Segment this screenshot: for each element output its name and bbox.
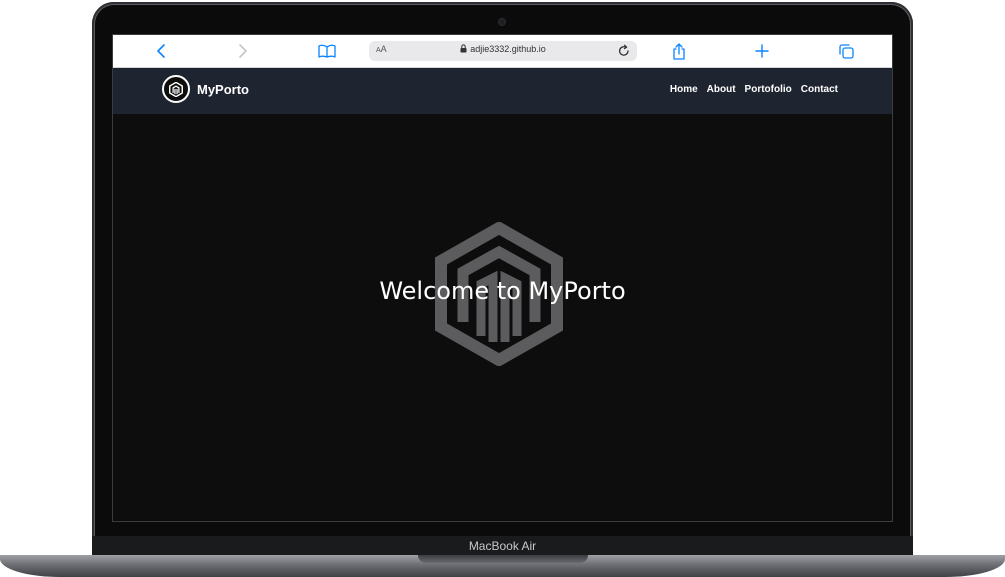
back-button[interactable]	[149, 40, 173, 62]
model-label: MacBook Air	[468, 539, 537, 553]
bookmarks-button[interactable]	[315, 40, 339, 62]
forward-button[interactable]	[231, 40, 255, 62]
screen: AA adjie3332.github.io MyPorto Home Abou…	[112, 34, 893, 522]
nav-links: Home About Portofolio Contact	[670, 84, 838, 95]
browser-toolbar: AA adjie3332.github.io	[113, 35, 892, 68]
nav-portofolio-link[interactable]: Portofolio	[745, 84, 792, 95]
brand-name: MyPorto	[197, 81, 249, 97]
new-tab-button[interactable]	[750, 40, 774, 62]
laptop-notch	[418, 555, 588, 563]
nav-about-link[interactable]: About	[707, 84, 736, 95]
forward-icon	[239, 44, 247, 58]
hero-title: Welcome to MyPorto	[379, 277, 626, 305]
url-text: adjie3332.github.io	[470, 44, 546, 54]
site-navbar: MyPorto Home About Portofolio Contact	[113, 68, 892, 114]
hero-section: Welcome to MyPorto	[113, 114, 892, 521]
address-bar[interactable]: AA adjie3332.github.io	[369, 41, 637, 61]
brand-logo	[162, 75, 190, 103]
plus-icon	[755, 44, 769, 58]
hexagon-logo-icon	[169, 81, 183, 97]
share-button[interactable]	[667, 40, 691, 62]
tabs-icon	[838, 43, 854, 59]
brand[interactable]: MyPorto	[162, 75, 249, 103]
nav-home-link[interactable]: Home	[670, 84, 698, 95]
back-icon	[157, 44, 165, 58]
laptop-hinge: MacBook Air	[92, 536, 913, 555]
nav-contact-link[interactable]: Contact	[801, 84, 838, 95]
tabs-overview-button[interactable]	[834, 40, 858, 62]
reload-icon[interactable]	[617, 44, 631, 58]
camera-icon	[499, 19, 505, 25]
share-icon	[673, 42, 685, 60]
lock-icon	[460, 44, 467, 53]
book-icon	[318, 44, 336, 58]
